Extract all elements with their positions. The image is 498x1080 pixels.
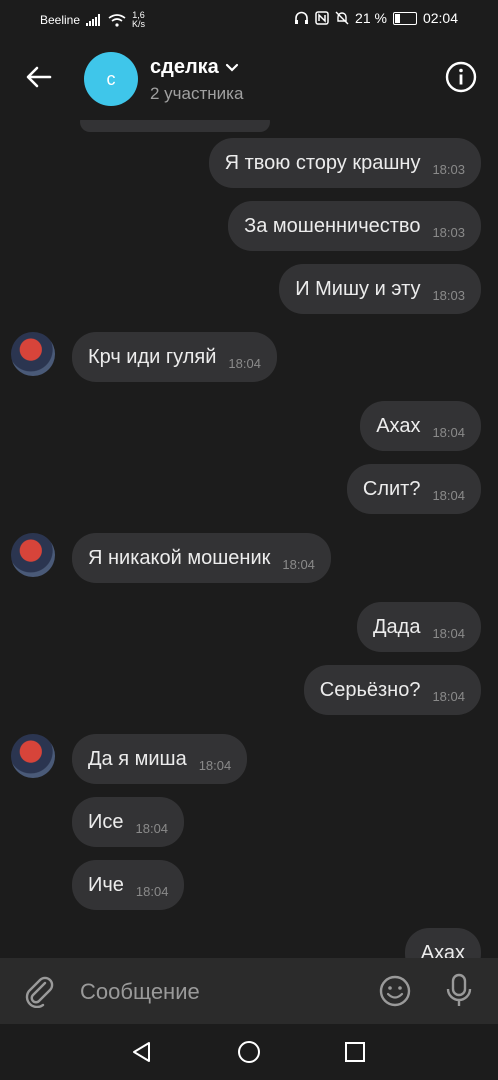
- nfc-icon: [315, 11, 329, 25]
- network-speed-unit: K/s: [132, 19, 146, 29]
- message-text: Я твою стору крашну: [224, 151, 421, 174]
- nav-back-icon[interactable]: [130, 1040, 154, 1064]
- group-avatar-letter: с: [106, 68, 116, 89]
- message-text: Да я миша: [88, 747, 187, 770]
- message-time: 18:04: [135, 820, 169, 836]
- chat-header: с сделка 2 участника: [0, 38, 498, 120]
- message-bubble[interactable]: Дада 18:04: [356, 602, 481, 652]
- message-bubble[interactable]: Я никакой мошеник 18:04: [72, 533, 331, 583]
- message-bubble[interactable]: Я твою стору крашну 18:03: [208, 138, 481, 188]
- message-time: 18:04: [432, 487, 465, 503]
- status-left: Beeline 1,6 K/s: [40, 11, 145, 29]
- sender-avatar[interactable]: [11, 533, 55, 577]
- chat-title-text: сделка: [150, 56, 219, 78]
- message-bubble[interactable]: За мошенничество 18:03: [228, 201, 481, 251]
- mute-bell-icon: [335, 11, 349, 25]
- message-time: 18:04: [135, 883, 169, 899]
- message-time: 18:04: [282, 556, 315, 572]
- message-text: Ахах: [376, 414, 421, 437]
- group-avatar[interactable]: с: [84, 52, 138, 106]
- participants-count: 2 участника: [150, 84, 244, 103]
- info-icon[interactable]: [444, 60, 478, 94]
- nav-home-icon[interactable]: [237, 1040, 261, 1064]
- arrow-left-icon[interactable]: [22, 60, 56, 94]
- headphones-icon: [295, 11, 309, 24]
- status-time: 02:04: [422, 10, 458, 26]
- message-bubble[interactable]: Ахах: [404, 928, 481, 959]
- message-time: 18:04: [198, 757, 232, 773]
- message-bubble[interactable]: Слит? 18:04: [346, 464, 481, 514]
- message-bubble[interactable]: Иче 18:04: [72, 860, 185, 910]
- message-bubble[interactable]: Крч иди гуляй 18:04: [72, 332, 277, 382]
- message-composer: [0, 958, 498, 1024]
- message-text: Ахах: [420, 941, 465, 959]
- message-text: Иче: [88, 873, 124, 896]
- wifi-icon: [108, 13, 126, 27]
- nav-recent-icon[interactable]: [343, 1040, 367, 1064]
- message-bubble[interactable]: И Мишу и эту 18:03: [279, 264, 481, 314]
- paperclip-icon[interactable]: [22, 974, 56, 1008]
- message-time: 18:04: [228, 355, 261, 371]
- message-bubble[interactable]: Исе 18:04: [72, 797, 185, 847]
- battery-fill: [394, 13, 400, 23]
- message-text: Я никакой мошеник: [88, 546, 271, 569]
- microphone-icon[interactable]: [442, 972, 476, 1008]
- message-bubble[interactable]: Серьёзно? 18:04: [303, 665, 481, 715]
- message-text: За мошенничество: [244, 214, 421, 237]
- battery-icon: [392, 11, 417, 25]
- message-time: 18:03: [432, 287, 465, 303]
- system-nav-bar: [0, 1024, 498, 1080]
- message-time: 18:03: [432, 224, 465, 240]
- sender-avatar[interactable]: [11, 332, 55, 376]
- message-text: Дада: [372, 615, 421, 638]
- network-speed: 1,6 K/s: [132, 11, 145, 29]
- message-bubble[interactable]: Ахах 18:04: [360, 401, 481, 451]
- message-input[interactable]: [78, 968, 362, 1016]
- battery-percent: 21 %: [355, 10, 387, 26]
- status-bar: Beeline 1,6 K/s 21 % 02:04: [0, 0, 498, 38]
- message-text: Слит?: [362, 477, 421, 500]
- message-time: 18:04: [432, 424, 465, 440]
- message-text: Серьёзно?: [319, 678, 421, 701]
- message-list[interactable]: Я твою стору крашну 18:03 За мошенничест…: [0, 120, 498, 958]
- previous-message-bubble: [80, 120, 270, 132]
- message-time: 18:03: [432, 161, 465, 177]
- smiley-icon[interactable]: [378, 974, 412, 1008]
- chevron-down-icon: [225, 63, 238, 72]
- carrier-name: Beeline: [40, 13, 81, 27]
- message-bubble[interactable]: Да я миша 18:04: [72, 734, 248, 784]
- chat-title[interactable]: сделка: [150, 56, 239, 79]
- message-time: 18:04: [432, 625, 465, 641]
- status-right: 21 % 02:04: [294, 10, 458, 26]
- message-text: И Мишу и эту: [295, 277, 421, 300]
- signal-icon: [86, 14, 101, 26]
- message-time: 18:04: [432, 688, 465, 704]
- message-text: Исе: [88, 810, 124, 833]
- message-text: Крч иди гуляй: [88, 345, 217, 368]
- sender-avatar[interactable]: [11, 734, 55, 778]
